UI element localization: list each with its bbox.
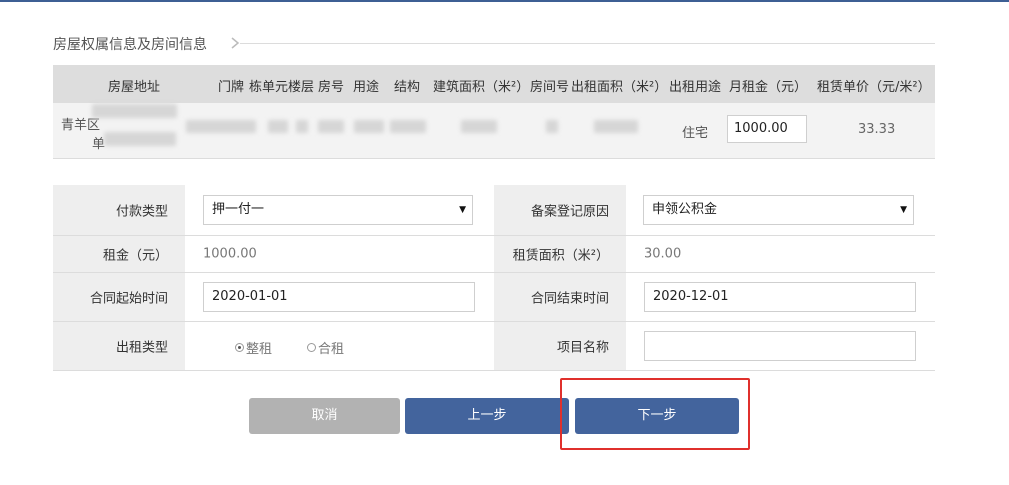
redacted-rent-area (594, 120, 638, 133)
col-usage: 用途 (353, 80, 380, 95)
payment-type-select[interactable]: 押一付一 ▼ (203, 195, 473, 225)
rent-label: 租金（元） (102, 248, 168, 264)
lease-area-label: 租赁面积（米²） (512, 248, 609, 264)
project-name-label: 项目名称 (556, 340, 609, 356)
end-date-label: 合同结束时间 (530, 291, 609, 307)
unit-price-value: 33.33 (858, 122, 896, 137)
col-structure: 结构 (394, 80, 421, 95)
form-row-payment: 付款类型 押一付一 ▼ 备案登记原因 申领公积金 ▼ (53, 185, 935, 236)
dropdown-caret-icon: ▼ (900, 205, 907, 215)
rental-type-label: 出租类型 (115, 340, 168, 356)
redacted-building (296, 120, 308, 133)
radio-unchecked-icon (307, 343, 316, 352)
form-row-dates: 合同起始时间 2020-01-01 合同结束时间 2020-12-01 (53, 273, 935, 322)
filing-reason-select[interactable]: 申领公积金 ▼ (643, 195, 914, 225)
info-table-header: 房屋地址 门牌 栋单元楼层 房号 用途 结构 建筑面积（米²） 房间号 出租面积… (53, 65, 935, 103)
payment-type-label: 付款类型 (115, 204, 168, 220)
col-monthly-rent: 月租金（元） (729, 80, 808, 95)
rental-type-shared-radio[interactable]: 合租 (307, 338, 344, 357)
section-divider (240, 43, 935, 44)
top-border (0, 0, 1009, 2)
rent-usage-value: 住宅 (682, 126, 709, 141)
radio-checked-icon (235, 343, 244, 352)
dropdown-caret-icon: ▼ (459, 205, 466, 215)
col-unit-price: 租赁单价（元/米²） (817, 80, 931, 95)
form-row-rent: 租金（元） 1000.00 租赁面积（米²） 30.00 (53, 236, 935, 273)
col-room-number: 房间号 (530, 80, 570, 95)
redacted-address (104, 132, 176, 146)
redacted-usage (354, 120, 384, 133)
section-title: 房屋权属信息及房间信息 (53, 37, 207, 53)
redacted-structure (390, 120, 426, 133)
rent-value: 1000.00 (203, 246, 257, 262)
lease-area-value: 30.00 (644, 246, 682, 262)
col-room-no: 房号 (318, 80, 345, 95)
start-date-input[interactable]: 2020-01-01 (203, 282, 475, 312)
start-date-label: 合同起始时间 (89, 291, 168, 307)
col-door: 门牌 (218, 80, 245, 95)
cancel-button[interactable]: 取消 (249, 398, 400, 434)
redacted-area (461, 120, 497, 133)
redacted-room-number (546, 120, 558, 133)
redacted-address (92, 104, 177, 118)
redacted-building (268, 120, 288, 133)
col-rent-area: 出租面积（米²） (571, 80, 668, 95)
highlight-box (560, 378, 750, 450)
redacted-door (186, 120, 256, 133)
col-building: 栋单元楼层 (249, 80, 315, 95)
rental-type-whole-radio[interactable]: 整租 (235, 338, 272, 357)
col-rent-usage: 出租用途 (669, 80, 722, 95)
filing-reason-label: 备案登记原因 (530, 204, 609, 220)
col-building-area: 建筑面积（米²） (433, 80, 530, 95)
previous-step-button[interactable]: 上一步 (405, 398, 569, 434)
project-name-input[interactable] (644, 331, 916, 361)
redacted-room (318, 120, 344, 133)
monthly-rent-input[interactable]: 1000.00 (727, 115, 807, 143)
form-row-rental-type: 出租类型 整租 合租 项目名称 (53, 322, 935, 371)
end-date-input[interactable]: 2020-12-01 (644, 282, 916, 312)
col-address: 房屋地址 (108, 80, 161, 95)
